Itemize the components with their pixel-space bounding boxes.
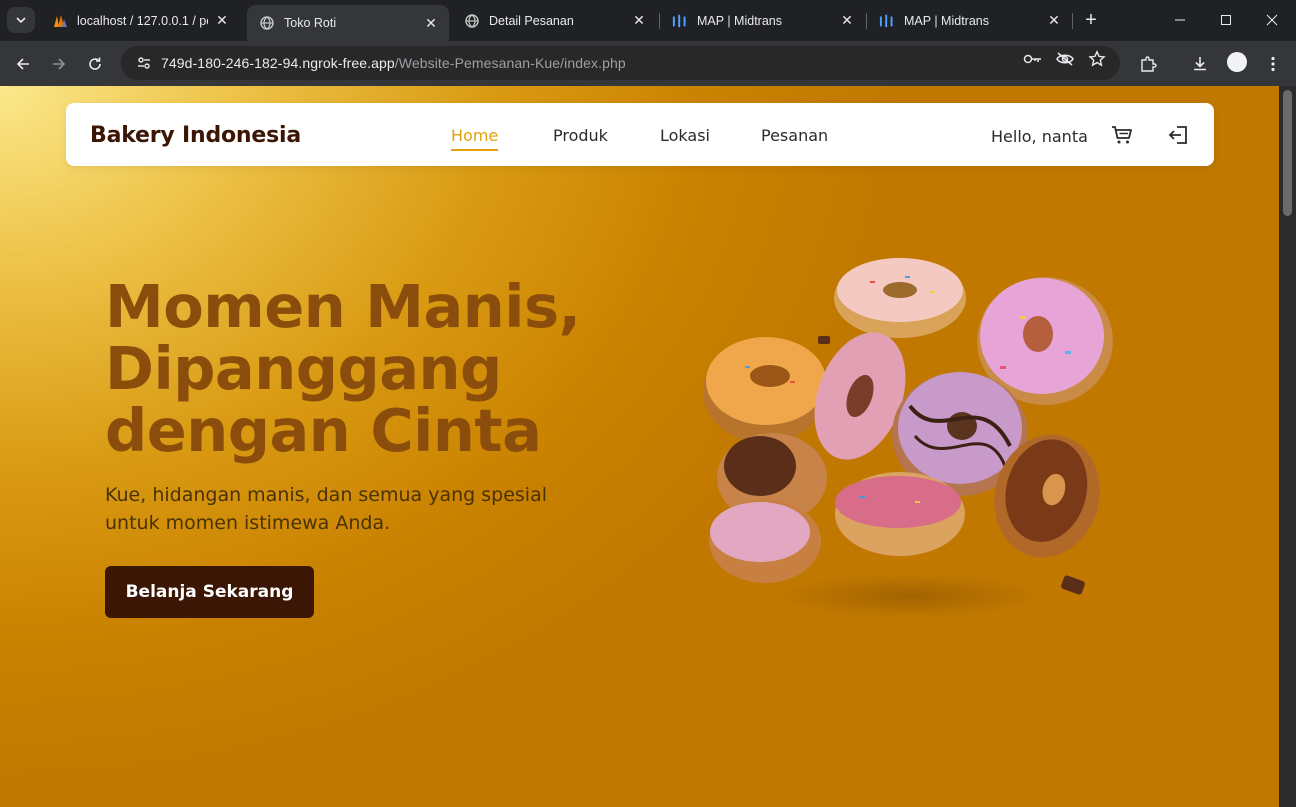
site-navbar: Bakery Indonesia Home Produk Lokasi Pesa… [66, 103, 1214, 166]
maximize-button[interactable] [1202, 0, 1250, 40]
tab-title: MAP | Midtrans [697, 13, 782, 28]
minimize-button[interactable] [1156, 0, 1204, 40]
close-icon[interactable]: ✕ [423, 15, 439, 31]
new-tab-button[interactable]: + [1080, 8, 1102, 32]
tab-detail-pesanan[interactable]: Detail Pesanan ✕ [452, 5, 657, 36]
nav-home[interactable]: Home [451, 126, 499, 151]
globe-icon [464, 13, 480, 29]
globe-icon [259, 15, 275, 31]
page-viewport: Bakery Indonesia Home Produk Lokasi Pesa… [0, 86, 1279, 807]
midtrans-icon [672, 13, 688, 29]
tab-phpmyadmin[interactable]: localhost / 127.0.0.1 / pen ✕ [40, 5, 240, 36]
hero-title: Momen Manis, Dipanggang dengan Cinta [105, 276, 665, 462]
page-scrollbar[interactable] [1279, 86, 1296, 807]
download-icon[interactable] [1188, 52, 1212, 76]
close-icon[interactable]: ✕ [839, 12, 855, 29]
arrow-right-icon [53, 58, 66, 70]
tab-toko-roti[interactable]: Toko Roti ✕ [247, 5, 449, 41]
hero-title-line: Dipanggang [105, 334, 502, 403]
url-path: /Website-Pemesanan-Kue/index.php [394, 55, 626, 71]
hero-subtitle: Kue, hidangan manis, dan semua yang spes… [105, 484, 548, 534]
back-button[interactable] [9, 50, 37, 78]
extensions-icon[interactable] [1136, 52, 1160, 76]
reload-button[interactable] [81, 50, 109, 78]
maximize-icon [1221, 15, 1231, 25]
reload-icon [89, 57, 101, 70]
minimize-icon [1175, 19, 1185, 21]
shop-now-button[interactable]: Belanja Sekarang [105, 566, 314, 618]
tab-title: Detail Pesanan [489, 13, 574, 28]
profile-avatar[interactable] [1227, 52, 1247, 72]
tab-title: Toko Roti [284, 16, 337, 30]
tab-strip: localhost / 127.0.0.1 / pen ✕ Toko Roti … [0, 0, 1296, 41]
tab-midtrans-1[interactable]: MAP | Midtrans ✕ [660, 5, 865, 36]
tab-separator [1072, 13, 1073, 29]
tab-title: localhost / 127.0.0.1 / pen [77, 13, 208, 28]
midtrans-icon [879, 13, 895, 29]
close-icon[interactable]: ✕ [631, 12, 647, 29]
close-window-button[interactable] [1248, 0, 1296, 40]
close-icon [1266, 14, 1278, 26]
phpmyadmin-icon [52, 13, 68, 29]
url-text: 749d-180-246-182-94.ngrok-free.app/Websi… [161, 55, 626, 71]
chevron-down-icon [16, 17, 26, 24]
arrow-left-icon [16, 58, 29, 70]
hero-title-line: Momen Manis, [105, 272, 581, 341]
tab-search-button[interactable] [7, 7, 35, 33]
password-key-icon[interactable] [1023, 49, 1043, 69]
logout-icon[interactable] [1166, 123, 1190, 147]
nav-produk[interactable]: Produk [553, 126, 608, 145]
hero-title-line: dengan Cinta [105, 396, 542, 465]
close-icon[interactable]: ✕ [214, 12, 230, 29]
eye-off-icon[interactable] [1055, 49, 1075, 69]
nav-pesanan[interactable]: Pesanan [761, 126, 828, 145]
user-greeting: Hello, nanta [991, 127, 1088, 146]
tab-midtrans-2[interactable]: MAP | Midtrans ✕ [867, 5, 1072, 36]
close-icon[interactable]: ✕ [1046, 12, 1062, 29]
browser-toolbar: 749d-180-246-182-94.ngrok-free.app/Websi… [0, 41, 1296, 86]
url-host: 749d-180-246-182-94.ngrok-free.app [161, 55, 395, 71]
scrollbar-thumb[interactable] [1283, 90, 1292, 216]
nav-lokasi[interactable]: Lokasi [660, 126, 710, 145]
tab-title: MAP | Midtrans [904, 13, 989, 28]
menu-icon[interactable] [1261, 52, 1285, 76]
site-brand[interactable]: Bakery Indonesia [90, 123, 301, 148]
address-bar[interactable]: 749d-180-246-182-94.ngrok-free.app/Websi… [121, 46, 1120, 80]
cart-icon[interactable] [1110, 123, 1134, 147]
star-icon[interactable] [1087, 49, 1107, 69]
forward-button[interactable] [45, 50, 73, 78]
flying-donuts-illustration [703, 258, 1113, 616]
site-settings-icon[interactable] [127, 55, 161, 71]
